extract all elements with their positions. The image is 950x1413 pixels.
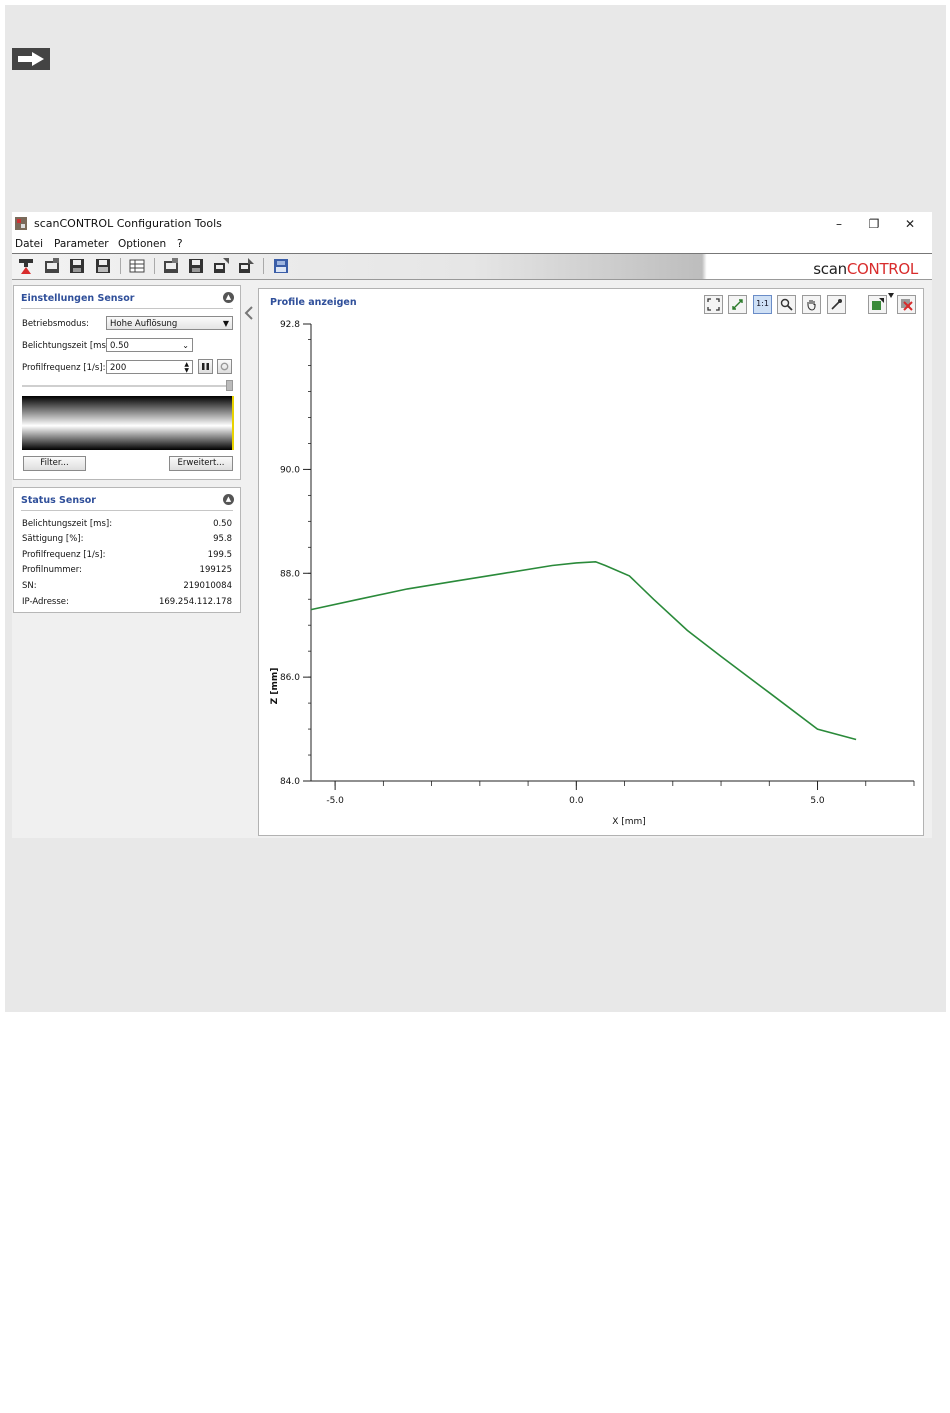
profile-chart: 84.0 86.0 88.0 90.0 92.8 -5.0 0.0 5.0 X [mm] Z … (270, 320, 915, 827)
open-file-icon[interactable] (44, 258, 60, 274)
chevron-down-icon: ⌄ (182, 341, 189, 350)
profilfrequenz-value: 200 (110, 363, 127, 373)
status-row-value: 199.5 (207, 550, 232, 560)
sensor-connect-icon[interactable] (18, 258, 34, 274)
pause-button[interactable] (198, 359, 213, 374)
belichtungszeit-value: 0.50 (110, 341, 129, 351)
brand-logo: scanCONTROL (813, 260, 918, 278)
status-header: Status Sensor (21, 495, 96, 506)
restore-button[interactable]: ❐ (857, 214, 891, 234)
frequency-slider[interactable] (22, 380, 233, 391)
y-tick-label: 86.0 (280, 673, 300, 683)
spin-arrows-icon[interactable]: ▲ ▼ (184, 362, 189, 374)
menu-bar: Datei Parameter Optionen ? (12, 236, 932, 254)
refresh-button[interactable] (217, 359, 232, 374)
betriebsmodus-select[interactable]: Hohe Auflösung ▼ (106, 316, 233, 330)
toolbar-separator (263, 258, 264, 274)
y-tick-label: 92.8 (280, 320, 300, 330)
sdk-icon[interactable] (273, 258, 289, 274)
betriebsmodus-label: Betriebsmodus: (22, 319, 89, 329)
status-row-label: Belichtungszeit [ms]: (22, 519, 113, 529)
save-config-icon[interactable] (188, 258, 204, 274)
x-tick-label: -5.0 (326, 796, 344, 806)
settings-header: Einstellungen Sensor (21, 293, 135, 304)
import-config-icon[interactable] (238, 258, 254, 274)
collapse-status-icon[interactable]: ▲ (223, 494, 234, 505)
refresh-icon (220, 362, 229, 371)
header-divider (21, 308, 233, 309)
x-tick-label: 0.0 (569, 796, 584, 806)
filter-button[interactable]: Filter... (23, 456, 86, 471)
collapse-settings-icon[interactable]: ▲ (223, 292, 234, 303)
header-divider (21, 510, 233, 511)
belichtungszeit-input[interactable]: 0.50 ⌄ (106, 338, 193, 352)
y-tick-label: 84.0 (280, 777, 300, 787)
arrow-marker (12, 48, 50, 70)
main-toolbar: scanCONTROL (12, 254, 932, 280)
status-row-value: 169.254.112.178 (158, 597, 232, 607)
belichtungszeit-label: Belichtungszeit [ms]: (22, 341, 113, 351)
status-row-label: IP-Adresse: (22, 597, 69, 607)
status-row-label: Sättigung [%]: (22, 534, 84, 544)
menu-help[interactable]: ? (177, 238, 183, 250)
status-row-label: Profilnummer: (22, 565, 82, 575)
status-row-label: Profilfrequenz [1/s]: (22, 550, 106, 560)
profile-line (310, 560, 857, 741)
load-config-icon[interactable] (163, 258, 179, 274)
slider-track (22, 385, 233, 387)
betriebsmodus-value: Hohe Auflösung (110, 319, 178, 329)
y-axis-label: Z [mm] (270, 668, 280, 705)
brand-scan: scan (813, 260, 847, 278)
status-sensor-panel: Status Sensor ▲ Belichtungszeit [ms]: 0.… (13, 487, 241, 613)
title-bar: scanCONTROL Configuration Tools – ❐ ✕ (12, 212, 932, 236)
toolbar-separator (154, 258, 155, 274)
brand-control: CONTROL (846, 260, 918, 278)
app-icon (15, 217, 27, 230)
y-tick-label: 88.0 (280, 569, 300, 579)
right-arrow-icon (18, 52, 44, 66)
intensity-gradient-display (22, 396, 234, 450)
chevron-down-icon: ▼ (222, 319, 229, 328)
status-row-value: 199125 (199, 565, 232, 575)
status-row-value: 95.8 (213, 534, 232, 544)
save-icon[interactable] (69, 258, 85, 274)
toolbar-separator (120, 258, 121, 274)
close-button[interactable]: ✕ (893, 214, 927, 234)
status-row-label: SN: (22, 581, 37, 591)
menu-datei[interactable]: Datei (15, 238, 43, 250)
y-tick-label: 90.0 (280, 465, 300, 475)
x-axis-label: X [mm] (612, 817, 646, 827)
profilfrequenz-label: Profilfrequenz [1/s]: (22, 363, 106, 373)
settings-sensor-panel: Einstellungen Sensor ▲ Betriebsmodus: Ho… (13, 285, 241, 480)
table-icon[interactable] (129, 258, 145, 274)
minimize-button[interactable]: – (822, 214, 856, 234)
export-config-icon[interactable] (213, 258, 229, 274)
window-title: scanCONTROL Configuration Tools (34, 217, 222, 230)
menu-optionen[interactable]: Optionen (118, 238, 166, 250)
slider-thumb[interactable] (226, 380, 233, 391)
app-window: scanCONTROL Configuration Tools – ❐ ✕ Da… (12, 212, 932, 838)
status-row-value: 219010084 (183, 581, 232, 591)
x-tick-label: 5.0 (810, 796, 825, 806)
save-as-icon[interactable] (95, 258, 111, 274)
collapse-sidebar-chevron-icon[interactable] (243, 305, 255, 321)
erweitert-button[interactable]: Erweitert... (169, 456, 233, 471)
pause-icon (202, 363, 209, 370)
status-row-value: 0.50 (213, 519, 232, 529)
menu-parameter[interactable]: Parameter (54, 238, 109, 250)
profile-view-panel: Profile anzeigen 1:1 84.0 86.0 88.0 90.0 92.… (258, 288, 924, 836)
profilfrequenz-input[interactable]: 200 ▲ ▼ (106, 360, 193, 374)
